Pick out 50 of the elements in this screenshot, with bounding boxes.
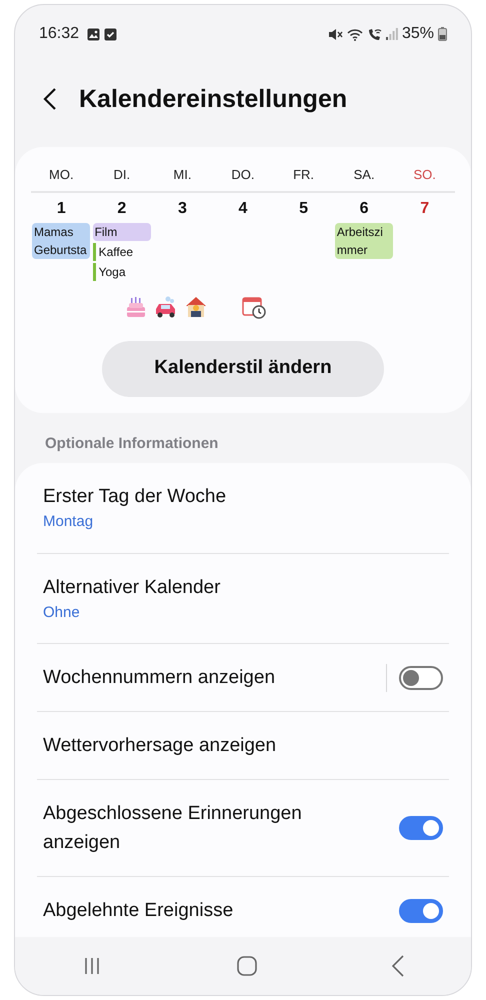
back-icon (392, 954, 404, 977)
wifi-icon (346, 28, 363, 40)
back-button[interactable] (43, 86, 57, 112)
date-label: 2 (116, 198, 128, 218)
weekday-label: MI. (152, 165, 213, 192)
wifi-call-icon (366, 28, 382, 40)
event-chip[interactable]: Mamas Geburtsta (32, 222, 90, 258)
date-label: 3 (176, 198, 188, 218)
setting-title: Wochennummern anzeigen (43, 666, 276, 690)
setting-title: Abgeschlossene Erinnerungen anzeigen (43, 802, 303, 855)
toggle-switch[interactable] (399, 898, 443, 922)
clock-text: 16:32 (39, 24, 80, 44)
setting-title: Erster Tag der Woche (43, 485, 228, 509)
event-item[interactable]: Kaffee (92, 242, 136, 260)
section-label: Optionale Informationen (44, 434, 220, 454)
mute-icon (328, 28, 343, 40)
date-label: 5 (298, 198, 310, 218)
weekday-label: FR. (273, 165, 334, 192)
checkbox-icon (104, 28, 118, 40)
calendar-style-button[interactable]: Kalenderstil ändern (102, 340, 384, 396)
setting-title: Alternativer Kalender (43, 576, 222, 600)
date-label: 4 (238, 198, 248, 218)
calendar-clock-icon (242, 294, 266, 318)
event-chip[interactable]: Arbeitszi mmer (334, 222, 393, 258)
date-label: 1 (56, 198, 67, 218)
toggle-switch[interactable] (399, 666, 443, 690)
event-chip[interactable]: Film (92, 222, 151, 240)
weekday-label: SO. (394, 165, 455, 192)
house-icon (184, 294, 208, 318)
setting-title: Wettervorhersage anzeigen (43, 734, 278, 758)
image-icon (87, 28, 100, 40)
weekday-label: DI. (92, 165, 152, 192)
battery-icon (438, 27, 447, 41)
back-icon (43, 86, 57, 111)
home-icon (236, 956, 257, 976)
cake-icon (124, 294, 148, 318)
signal-icon (386, 28, 398, 40)
event-item[interactable]: Yoga (92, 262, 128, 280)
date-label: 7 (419, 198, 430, 218)
weekday-label: MO. (31, 165, 92, 192)
page-title: Kalendereinstellungen (79, 84, 348, 114)
weekday-label: DO. (212, 165, 274, 192)
weekday-label: SA. (334, 165, 394, 192)
setting-value[interactable]: Montag (43, 511, 443, 534)
setting-title: Abgelehnte Ereignisse (43, 899, 234, 923)
date-label: 6 (358, 198, 370, 218)
car-icon (154, 294, 178, 318)
setting-value[interactable]: Ohne (43, 602, 443, 624)
toggle-switch[interactable] (399, 816, 443, 840)
battery-text: 35% (402, 24, 434, 44)
